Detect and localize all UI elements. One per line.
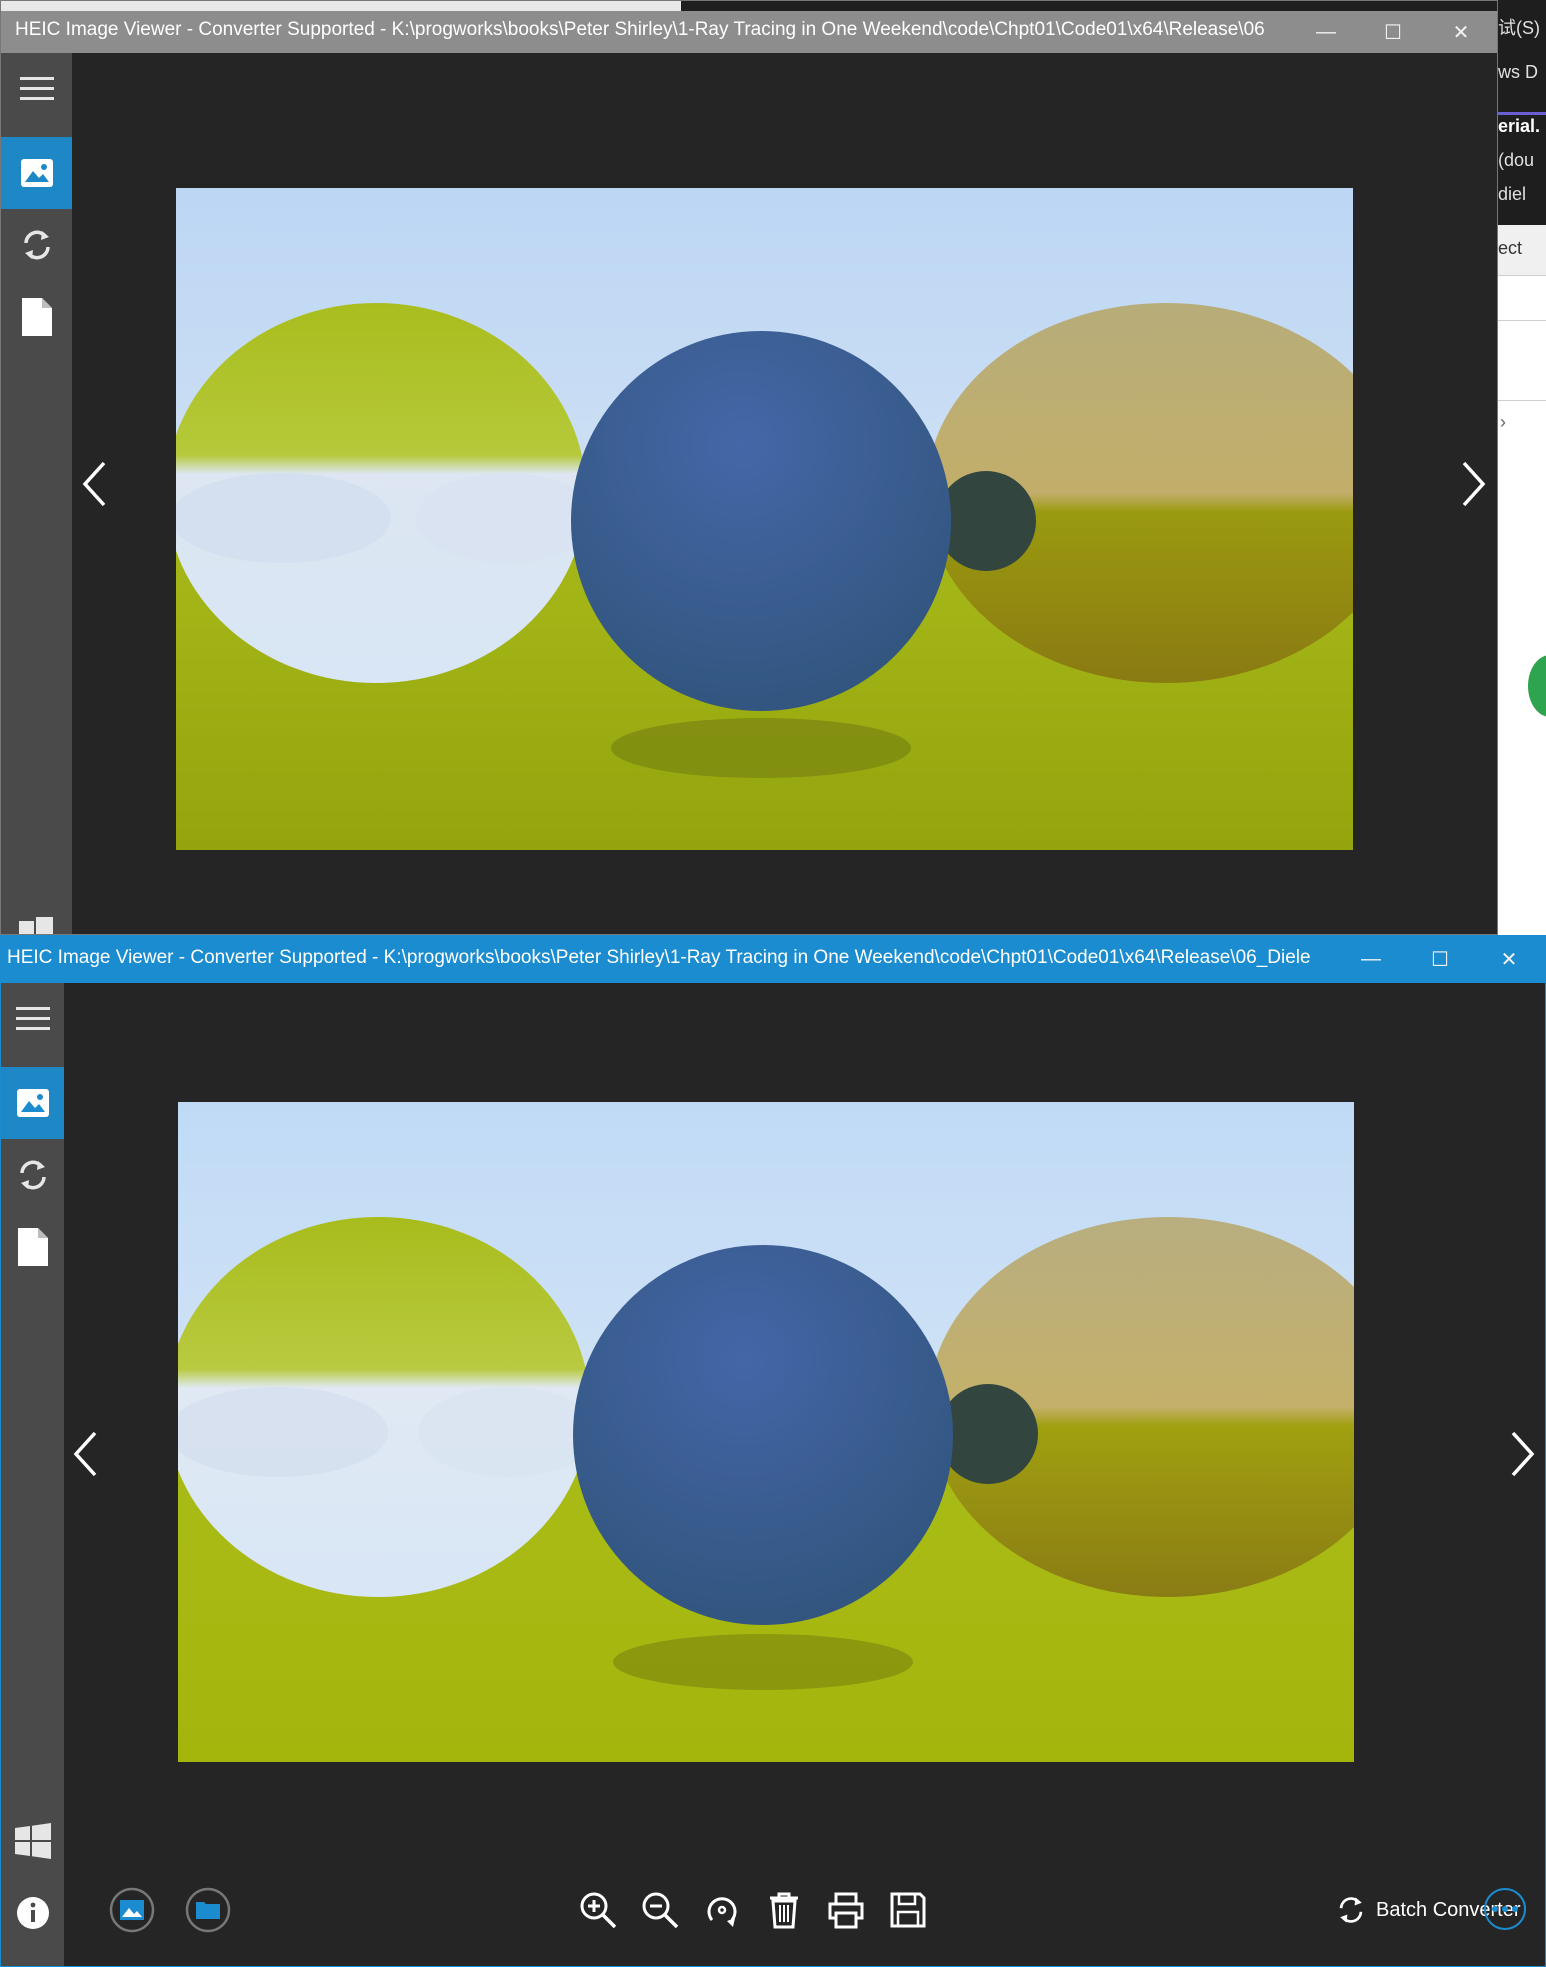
gallery-button[interactable] [108, 1886, 156, 1934]
previous-image-button[interactable] [72, 449, 116, 519]
chevron-right-icon: › [1500, 412, 1506, 432]
zoom-out-button[interactable] [636, 1886, 684, 1934]
background-code-line: (dou [1498, 150, 1535, 170]
background-tab-text: ws D [1498, 62, 1538, 82]
menu-button[interactable] [1, 53, 72, 125]
zoom-out-icon [642, 1892, 679, 1929]
chevron-right-icon [1462, 461, 1486, 507]
windows-button[interactable] [1, 1805, 64, 1877]
maximize-button[interactable]: ☐ [1363, 11, 1423, 53]
image-viewer-window-back[interactable]: HEIC Image Viewer - Converter Supported … [0, 0, 1498, 935]
title-bar[interactable]: HEIC Image Viewer - Converter Supported … [1, 936, 1545, 983]
file-icon [21, 298, 52, 336]
sidebar [1, 53, 72, 934]
more-icon [1492, 1906, 1498, 1912]
file-button[interactable] [1, 1211, 64, 1283]
next-image-button[interactable] [1452, 449, 1496, 519]
convert-button[interactable] [1, 209, 72, 281]
delete-icon [770, 1892, 798, 1929]
image-view-button[interactable] [1, 1067, 64, 1139]
open-folder-button[interactable] [184, 1886, 232, 1934]
zoom-in-button[interactable] [574, 1886, 622, 1934]
close-button[interactable]: ✕ [1479, 938, 1539, 980]
window-title: HEIC Image Viewer - Converter Supported … [15, 19, 1265, 40]
minimize-button[interactable]: — [1341, 938, 1401, 980]
rotate-button[interactable] [698, 1886, 746, 1934]
minimize-button[interactable]: — [1296, 11, 1356, 53]
print-icon [828, 1892, 864, 1929]
menu-icon [15, 1007, 50, 1030]
file-icon [17, 1228, 48, 1266]
chevron-right-icon [1511, 1431, 1535, 1477]
menu-icon [19, 77, 54, 100]
background-file-tab: erial. [1498, 116, 1541, 136]
save-icon [890, 1892, 926, 1928]
info-button[interactable] [1, 1877, 64, 1949]
folder-icon [185, 1887, 231, 1933]
image-icon [16, 1089, 49, 1117]
loading-bar-track [681, 1, 1497, 11]
sync-icon [1339, 1897, 1363, 1923]
info-icon [16, 1897, 49, 1929]
next-image-button[interactable] [1501, 1419, 1545, 1489]
convert-button[interactable] [1, 1139, 64, 1211]
print-button[interactable] [822, 1886, 870, 1934]
file-button[interactable] [1, 281, 72, 353]
window-title: HEIC Image Viewer - Converter Supported … [7, 947, 1311, 968]
previous-image-button[interactable] [63, 1419, 107, 1489]
background-menu-text: 试(S) [1498, 18, 1540, 38]
save-button[interactable] [884, 1886, 932, 1934]
windows-icon [14, 1823, 51, 1859]
more-icon-dot [1502, 1906, 1508, 1912]
background-divider [1498, 400, 1546, 401]
chevron-left-icon [82, 461, 106, 507]
menu-button[interactable] [1, 983, 64, 1055]
image-viewer-window-front[interactable]: HEIC Image Viewer - Converter Supported … [0, 935, 1546, 1967]
windows-icon [19, 917, 53, 934]
title-bar[interactable]: HEIC Image Viewer - Converter Supported … [1, 11, 1497, 53]
loading-bar [1, 1, 681, 11]
delete-button[interactable] [760, 1886, 808, 1934]
sync-icon [19, 1160, 46, 1190]
image-view-button[interactable] [1, 137, 72, 209]
maximize-button[interactable]: ☐ [1410, 938, 1470, 980]
background-divider [1498, 320, 1546, 321]
gallery-icon [109, 1887, 155, 1933]
more-options-button[interactable] [1484, 1888, 1526, 1930]
image-viewport [72, 53, 1497, 934]
image-icon [20, 159, 53, 187]
more-icon-dot [1512, 1906, 1518, 1912]
rendered-image [176, 188, 1353, 850]
bottom-toolbar: Batch Converter [64, 1866, 1545, 1966]
close-button[interactable]: ✕ [1431, 11, 1491, 53]
sidebar [1, 983, 64, 1966]
rendered-image [178, 1102, 1354, 1762]
rotate-icon [707, 1897, 737, 1927]
background-code-line: diel [1498, 184, 1527, 204]
background-tab-accent [1498, 112, 1546, 115]
background-panel-label: ect [1498, 238, 1523, 258]
sync-icon [23, 230, 50, 260]
chevron-left-icon [73, 1431, 97, 1477]
background-divider [1498, 275, 1546, 276]
zoom-in-icon [580, 1892, 617, 1929]
